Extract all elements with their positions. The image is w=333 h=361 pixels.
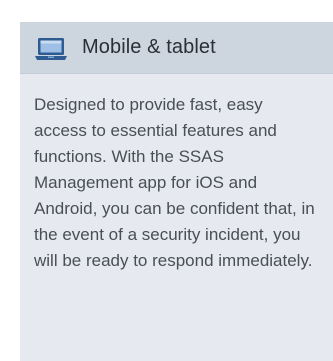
laptop-icon (34, 36, 68, 62)
card-description: Designed to provide fast, easy access to… (34, 95, 315, 270)
feature-card: Mobile & tablet Designed to provide fast… (20, 22, 333, 361)
card-header: Mobile & tablet (20, 22, 333, 74)
card-title: Mobile & tablet (82, 36, 216, 58)
